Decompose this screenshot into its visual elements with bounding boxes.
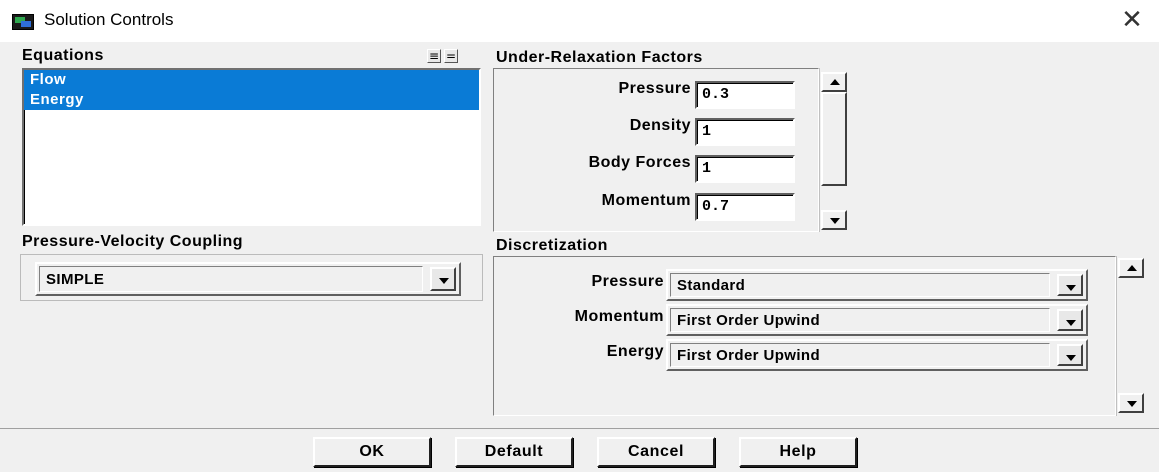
scroll-down-icon[interactable] [821,210,847,230]
disc-energy-value: First Order Upwind [670,343,1050,367]
disc-pressure-value: Standard [670,273,1050,297]
urf-density-input[interactable]: 1 [695,118,795,146]
chevron-down-icon[interactable] [1057,344,1083,366]
fluent-app-icon [12,14,34,30]
pressure-velocity-label: Pressure-Velocity Coupling [22,233,244,250]
discretization-panel: Pressure Standard Momentum First Order U… [493,256,1116,416]
select-all-icon[interactable]: ≡ [427,49,441,63]
default-button[interactable]: Default [455,437,573,467]
equations-list[interactable]: Flow Energy [22,68,481,226]
urf-momentum-input[interactable]: 0.7 [695,193,795,221]
title-bar[interactable]: Solution Controls ✕ [0,0,1159,42]
help-button[interactable]: Help [739,437,857,467]
urf-pressure-input[interactable]: 0.3 [695,81,795,109]
urf-pressure-label: Pressure [618,80,691,97]
discretization-label: Discretization [496,237,608,254]
under-relaxation-label: Under-Relaxation Factors [496,49,703,66]
equations-label: Equations [22,47,104,64]
chevron-down-icon[interactable] [1057,309,1083,331]
pressure-velocity-dropdown[interactable]: SIMPLE [35,262,461,296]
deselect-all-icon[interactable]: = [444,49,458,63]
chevron-down-icon[interactable] [1057,274,1083,296]
chevron-down-icon[interactable] [430,267,456,291]
discretization-scrollbar[interactable] [1116,256,1148,416]
list-item-energy[interactable]: Energy [24,90,479,110]
scroll-up-icon[interactable] [1118,258,1144,278]
list-item-flow[interactable]: Flow [24,70,479,90]
solution-controls-dialog: Solution Controls ✕ Equations ≡ = Flow E… [0,0,1159,472]
disc-energy-label: Energy [606,343,664,360]
window-title: Solution Controls [44,10,174,29]
pressure-velocity-panel: SIMPLE [20,254,483,301]
disc-pressure-dropdown[interactable]: Standard [666,269,1088,301]
disc-pressure-label: Pressure [591,273,664,290]
disc-momentum-label: Momentum [574,308,664,325]
disc-momentum-dropdown[interactable]: First Order Upwind [666,304,1088,336]
ok-button[interactable]: OK [313,437,431,467]
under-relaxation-panel: Pressure 0.3 Density 1 Body Forces 1 Mom… [493,68,819,232]
button-bar: OK Default Cancel Help [0,428,1159,472]
urf-body-forces-label: Body Forces [588,154,691,171]
urf-density-label: Density [629,117,691,134]
scroll-up-icon[interactable] [821,72,847,92]
urf-scrollbar[interactable] [819,68,853,232]
close-icon[interactable]: ✕ [1119,7,1145,34]
urf-momentum-label: Momentum [601,192,691,209]
disc-momentum-value: First Order Upwind [670,308,1050,332]
scroll-thumb[interactable] [821,92,847,186]
pressure-velocity-value: SIMPLE [39,266,423,292]
scroll-down-icon[interactable] [1118,393,1144,413]
urf-body-forces-input[interactable]: 1 [695,155,795,183]
disc-energy-dropdown[interactable]: First Order Upwind [666,339,1088,371]
cancel-button[interactable]: Cancel [597,437,715,467]
